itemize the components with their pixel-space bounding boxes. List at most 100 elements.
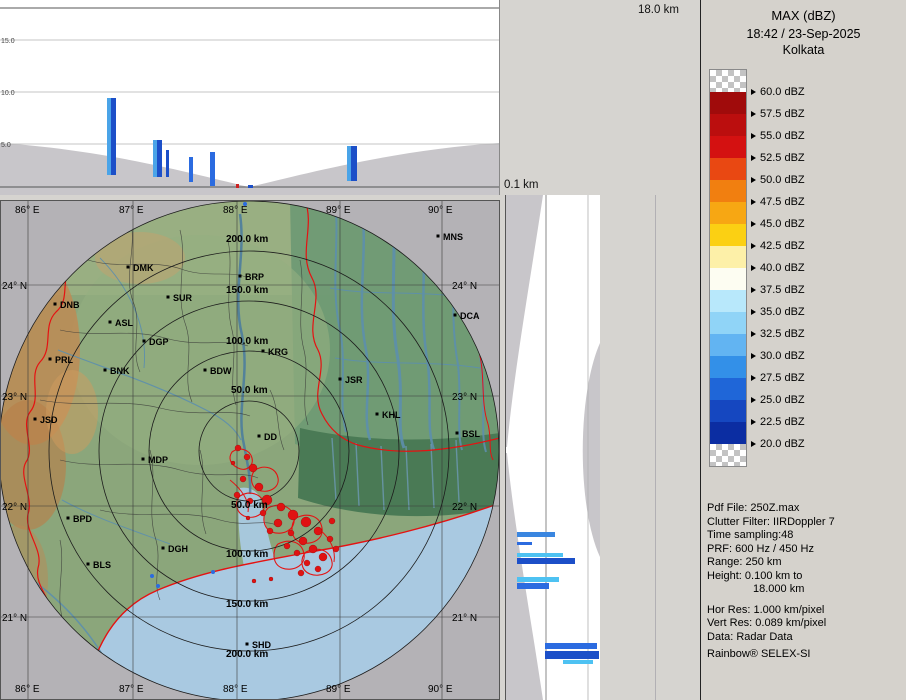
metadata-row: 18.000 km — [753, 583, 805, 595]
scale-label: 45.0 dBZ — [751, 217, 805, 231]
scale-tick-arrow — [751, 89, 756, 95]
colorbar-block — [710, 136, 746, 158]
colorbar-block — [710, 114, 746, 136]
echo-bar — [517, 558, 575, 564]
city-dot — [245, 642, 249, 646]
radar-map-canvas: 86° E 87° E 88° E 89° E 90° E 86° E 87° E 88° E… — [0, 199, 501, 700]
metadata-row: Range: 250 km — [707, 556, 782, 568]
scale-label: 42.5 dBZ — [751, 239, 805, 253]
colorbar-block — [710, 158, 746, 180]
scale-label-text: 30.0 dBZ — [760, 350, 805, 362]
scale-label: 27.5 dBZ — [751, 371, 805, 385]
city-label: BDW — [210, 366, 232, 376]
longitude-label: 88° E — [223, 684, 248, 695]
city-dot — [86, 562, 90, 566]
city-label: MDP — [148, 455, 168, 465]
product-title: MAX (dBZ) — [771, 8, 836, 23]
city-dot — [142, 339, 146, 343]
city-label: ASL — [115, 318, 134, 328]
city-dot — [103, 368, 107, 372]
city-dot — [453, 313, 457, 317]
scale-tick-arrow — [751, 287, 756, 293]
range-ring-label: 200.0 km — [226, 649, 268, 660]
echo-bar — [189, 157, 193, 182]
city-label: JSD — [40, 415, 58, 425]
max-height-label: 18.0 km — [638, 4, 679, 16]
echo-cell-red — [234, 444, 242, 452]
echo-cell-red — [298, 536, 308, 546]
echo-bar — [517, 577, 559, 582]
colorbar — [709, 69, 747, 467]
latitude-label: 21° N — [2, 613, 27, 624]
echo-bar — [563, 660, 593, 664]
scale-tick-arrow — [751, 221, 756, 227]
metadata-row: Height: 0.100 km to — [707, 569, 803, 582]
metadata-row: PRF: 600 Hz / 450 Hz — [707, 542, 814, 555]
echo-cell-blue — [150, 574, 154, 578]
colorbar-block — [710, 180, 746, 202]
city-dot — [66, 516, 70, 520]
latitude-label: 22° N — [2, 502, 27, 513]
top-strip-canvas: 15.0 10.0 5.0 — [0, 0, 500, 195]
city-dot — [375, 412, 379, 416]
colorbar-block — [710, 246, 746, 268]
longitude-label: 89° E — [326, 684, 351, 695]
city-label: KHL — [382, 410, 401, 420]
city-label: BPD — [73, 514, 93, 524]
echo-bar — [517, 542, 532, 545]
scale-tick-arrow — [751, 419, 756, 425]
city-dot — [126, 265, 130, 269]
scale-label: 60.0 dBZ — [751, 85, 805, 99]
scale-tick-arrow — [751, 441, 756, 447]
scale-label-text: 22.5 dBZ — [760, 416, 805, 428]
longitude-label: 90° E — [428, 205, 453, 216]
city-label: MNS — [443, 232, 463, 242]
latitude-label: 23° N — [2, 392, 27, 403]
echo-bar — [545, 651, 599, 659]
colorbar-block — [710, 356, 746, 378]
height-tick-label: 5.0 — [1, 142, 11, 149]
echo-bar — [236, 184, 239, 188]
radar-site-name: Kolkata — [782, 43, 825, 57]
scale-label-text: 42.5 dBZ — [760, 240, 805, 252]
longitude-label: 90° E — [428, 684, 453, 695]
scale-label-text: 60.0 dBZ — [760, 86, 805, 98]
latitude-label: 22° N — [452, 502, 477, 513]
longitude-label: 87° E — [119, 684, 144, 695]
colorbar-block — [710, 268, 746, 290]
radar-display: 15.0 10.0 5.0 18.0 km 0.1 km 86° E 87° E… — [0, 0, 906, 700]
scale-label: 35.0 dBZ — [751, 305, 805, 319]
longitude-label: 89° E — [326, 205, 351, 216]
city-label: JSR — [345, 375, 363, 385]
right-strip-canvas — [505, 195, 600, 700]
city-dot — [53, 302, 57, 306]
range-ring-label: 150.0 km — [226, 599, 268, 610]
city-dot — [166, 295, 170, 299]
city-label: SUR — [173, 293, 193, 303]
scale-label: 52.5 dBZ — [751, 151, 805, 165]
scale-label-text: 55.0 dBZ — [760, 130, 805, 142]
metadata-row: Pdf File: 250Z.max — [707, 502, 800, 514]
latitude-label: 24° N — [452, 281, 477, 292]
city-label: SHD — [252, 640, 272, 650]
city-label: DMK — [133, 263, 154, 273]
city-label: BRP — [245, 272, 264, 282]
scale-tick-arrow — [751, 133, 756, 139]
scale-tick-arrow — [751, 375, 756, 381]
scale-tick-arrow — [751, 397, 756, 403]
echo-cell-red — [314, 565, 322, 573]
metadata-row: Vert Res: 0.089 km/pixel — [707, 617, 827, 629]
scale-tick-arrow — [751, 111, 756, 117]
scale-tick-arrow — [751, 177, 756, 183]
longitude-label: 87° E — [119, 205, 144, 216]
echo-cell-red — [332, 545, 340, 553]
longitude-label: 86° E — [15, 684, 40, 695]
city-dot — [33, 417, 37, 421]
metadata-row: Data: Radar Data — [707, 630, 793, 643]
echo-bar — [210, 152, 215, 186]
echo-cell-red — [254, 482, 264, 492]
echo-cell-red — [268, 576, 274, 582]
longitude-label: 86° E — [15, 205, 40, 216]
scale-label: 55.0 dBZ — [751, 129, 805, 143]
latitude-label: 23° N — [452, 392, 477, 403]
